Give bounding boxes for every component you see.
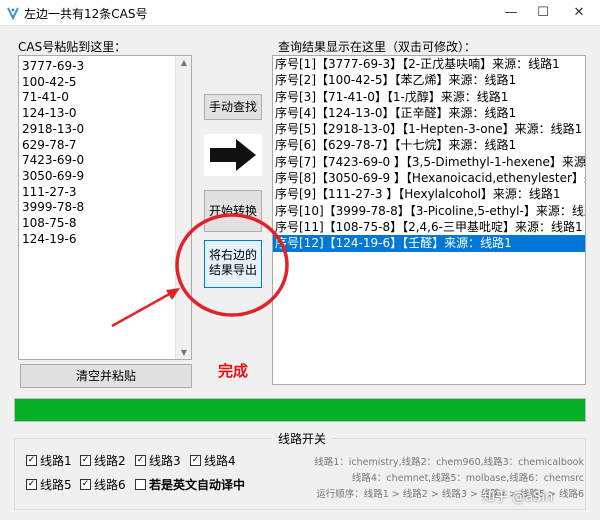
route5-label: 线路5 [40,478,72,492]
result-row[interactable]: 序号[1]【3777-69-3】【2-正戊基呋喃】来源：线路1 [273,56,585,72]
window-title: 左边一共有12条CAS号 [24,7,148,21]
result-row[interactable]: 序号[11]【108-75-8】【2,4,6-三甲基吡啶】来源：线路1 [273,219,585,235]
cas-line: 2918-13-0 [22,121,85,136]
checkbox-icon[interactable]: ✓ [26,479,37,490]
cas-line: 3777-69-3 [22,59,85,73]
progress-fill [15,399,585,421]
result-row[interactable]: 序号[10]【3999-78-8】【3-Picoline,5-ethyl-】来源… [273,203,585,219]
cas-line: 629-78-7 [22,137,77,152]
checkbox-icon[interactable]: ✓ [80,455,91,466]
result-row[interactable]: 序号[8]【3050-69-9 】【Hexanoicacid,ethenyles… [273,170,585,186]
cas-line: 111-27-3 [22,184,77,199]
clear-paste-button[interactable]: 清空并粘贴 [20,364,192,388]
route1-label: 线路1 [40,454,72,468]
route5-checkbox[interactable]: ✓ 线路5 [26,476,72,493]
checkbox-icon[interactable]: ✓ [26,455,37,466]
app-icon [7,7,19,20]
result-row[interactable]: 序号[9]【111-27-3 】【Hexylalcohol】来源：线路1 [273,186,585,202]
cas-line: 124-13-0 [22,106,77,121]
watermark: 知乎 @aSin [482,490,554,505]
result-row[interactable]: 序号[3]【71-41-0】【1-戊醇】来源：线路1 [273,89,585,105]
cas-line: 108-75-8 [22,216,77,231]
result-row[interactable]: 序号[5]【2918-13-0】【1-Hepten-3-one】来源：线路1 [273,121,585,137]
route4-checkbox[interactable]: ✓ 线路4 [190,452,236,469]
scroll-down-icon[interactable]: ▼ [176,348,192,357]
group-title: 线路开关 [272,430,333,447]
auto-translate-checkbox[interactable]: 若是英文自动译中 [135,476,245,493]
progress-bar [14,398,586,422]
checkbox-icon[interactable]: ✓ [80,479,91,490]
scroll-up-icon[interactable]: ▲ [176,58,192,67]
cas-input-label: CAS号粘贴到这里： [18,40,127,54]
route-info-line1: 线路1：ichemistry,线路2：chem960,线路3：chemicalb… [314,457,584,468]
cas-lines: 3777-69-3 100-42-5 71-41-0 124-13-0 2918-13-… [22,59,84,247]
route6-label: 线路6 [94,478,126,492]
auto-translate-label: 若是英文自动译中 [149,478,246,492]
checkbox-icon[interactable]: ✓ [190,455,201,466]
highlight-circle [175,213,289,317]
checkbox-icon[interactable]: ✓ [135,455,146,466]
title-bar: 左边一共有12条CAS号 — ☐ ✕ [0,0,600,26]
result-row[interactable]: 序号[4]【124-13-0】【正辛醛】来源：线路1 [273,105,585,121]
cas-line: 3050-69-9 [22,168,85,183]
route3-label: 线路3 [149,454,181,468]
results-list: 序号[1]【3777-69-3】【2-正戊基呋喃】来源：线路1 序号[2]【100… [273,56,585,252]
maximize-button[interactable]: ☐ [528,3,558,23]
result-row[interactable]: 序号[6]【629-78-7】【十七烷】来源：线路1 [273,137,585,153]
annotation-arrow-line [111,290,174,328]
minimize-button[interactable]: — [496,3,526,23]
route2-label: 线路2 [94,454,126,468]
cas-line: 3999-78-8 [22,200,85,215]
cas-line: 7423-69-0 [22,153,85,168]
results-listbox[interactable]: 序号[1]【3777-69-3】【2-正戊基呋喃】来源：线路1 序号[2]【100… [272,55,586,385]
results-label: 查询结果显示在这里（双击可修改）： [278,40,477,54]
route2-checkbox[interactable]: ✓ 线路2 [80,452,126,469]
cas-line: 100-42-5 [22,74,77,89]
route4-label: 线路4 [204,454,236,468]
annotation-overlay [111,213,289,328]
route3-checkbox[interactable]: ✓ 线路3 [135,452,181,469]
checkbox-icon[interactable] [135,479,146,490]
result-row[interactable]: 序号[2]【100-42-5】【苯乙烯】来源：线路1 [273,72,585,88]
route1-checkbox[interactable]: ✓ 线路1 [26,452,72,469]
manual-search-button[interactable]: 手动查找 [204,94,262,120]
arrow-right-icon [204,134,262,176]
cas-line: 124-19-6 [22,231,77,246]
route-info-line2: 线路4：chemnet,线路5：molbase,线路6：chemsrc [351,473,584,484]
cas-line: 71-41-0 [22,90,69,105]
status-text: 完成 [218,362,249,380]
result-row[interactable]: 序号[7]【7423-69-0 】【3,5-Dimethyl-1-hexene】… [273,154,585,170]
result-row[interactable]: 序号[12]【124-19-6】【壬醛】来源：线路1 [273,235,585,252]
close-button[interactable]: ✕ [564,3,594,23]
route6-checkbox[interactable]: ✓ 线路6 [80,476,126,493]
